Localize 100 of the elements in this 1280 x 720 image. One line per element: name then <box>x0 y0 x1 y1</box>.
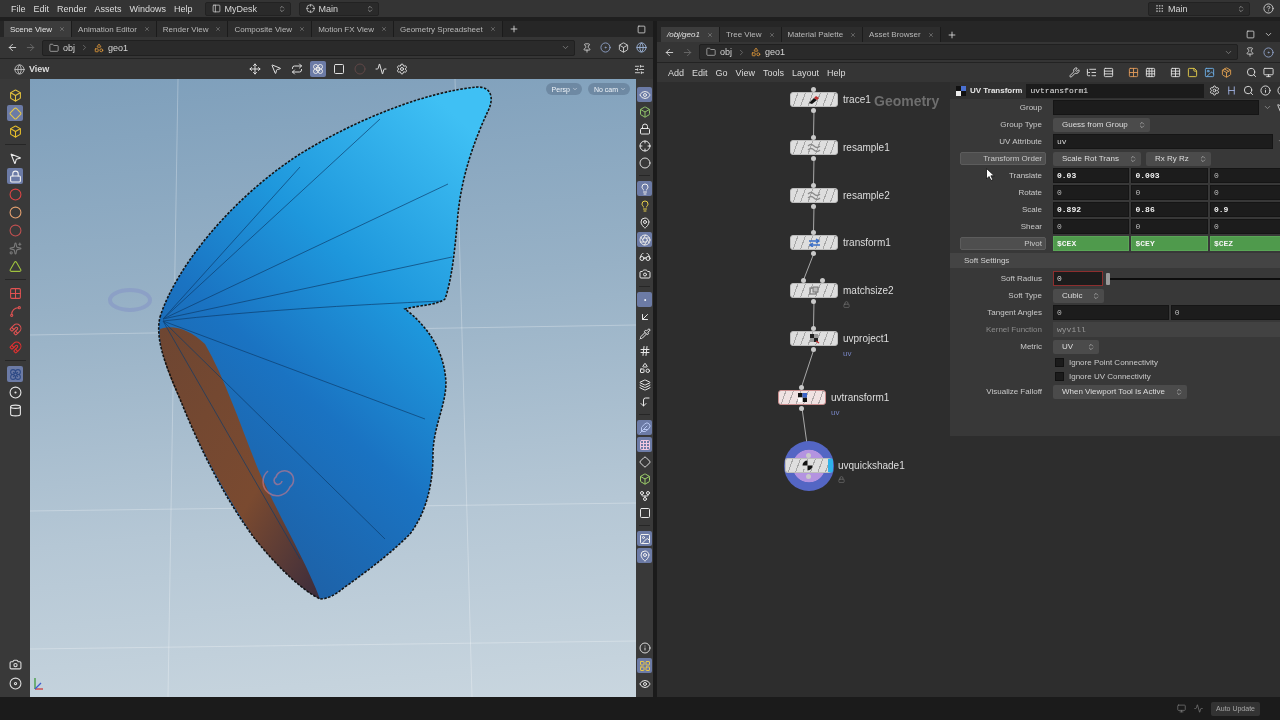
menu-item[interactable]: Assets <box>90 0 126 17</box>
image-icon[interactable] <box>637 531 652 546</box>
disc-icon[interactable] <box>7 675 23 691</box>
aperture-icon[interactable] <box>637 232 652 247</box>
sparkle-icon[interactable] <box>7 240 23 256</box>
layers-icon[interactable] <box>637 377 652 392</box>
number-field[interactable]: 0 <box>1053 271 1103 286</box>
menu-button[interactable]: Guess from Group <box>1053 117 1150 132</box>
tab[interactable]: Animation Editor <box>72 21 157 37</box>
fork-icon[interactable] <box>637 488 652 503</box>
square-icon[interactable] <box>637 505 652 520</box>
number-field[interactable]: 0 <box>1170 305 1280 320</box>
monitor-icon[interactable] <box>1262 66 1274 79</box>
menu-item[interactable]: Go <box>711 64 732 81</box>
number-field[interactable]: 0 <box>1053 219 1130 234</box>
letter-h-icon[interactable] <box>1225 84 1238 97</box>
sphere-icon[interactable] <box>637 155 652 170</box>
number-field[interactable]: 0 <box>1209 185 1280 200</box>
magnet-icon[interactable] <box>7 321 23 337</box>
menu-item[interactable]: Render <box>53 0 91 17</box>
sticky-note-icon[interactable] <box>1186 66 1198 79</box>
path-crumb[interactable]: obj <box>706 47 732 57</box>
number-field[interactable]: 0 <box>1053 185 1130 200</box>
back-arrow-icon[interactable] <box>663 46 675 58</box>
workspace-selector[interactable]: Main <box>1148 1 1250 16</box>
cube-icon[interactable] <box>7 123 23 139</box>
menu-button[interactable]: Rx Ry Rz <box>1145 151 1211 166</box>
info-icon[interactable] <box>1259 84 1272 97</box>
text-field[interactable]: uv <box>1053 134 1274 149</box>
output-port-icon[interactable] <box>811 203 816 209</box>
menu-item[interactable]: Layout <box>787 64 823 81</box>
tab[interactable]: Composite View <box>228 21 313 37</box>
cube-icon[interactable] <box>637 471 652 486</box>
context-selector[interactable]: Main <box>298 1 379 16</box>
camera-icon[interactable] <box>637 266 652 281</box>
cube-icon[interactable] <box>637 104 652 119</box>
curve-icon[interactable] <box>7 303 23 319</box>
input-port-icon[interactable] <box>811 86 816 92</box>
menu-item[interactable]: Add <box>664 64 688 81</box>
menu-button[interactable]: When Viewport Tool Is Active <box>1053 384 1187 399</box>
diamond-icon[interactable] <box>7 105 23 121</box>
input-port-icon[interactable] <box>799 384 804 390</box>
menu-item[interactable]: View <box>731 64 759 81</box>
desktop-selector[interactable]: MyDesk <box>204 1 291 16</box>
package-icon[interactable] <box>1220 66 1232 79</box>
node[interactable] <box>790 235 838 250</box>
pane-menu-icon[interactable] <box>1244 28 1256 41</box>
shapes-icon[interactable] <box>637 360 652 375</box>
menu-item[interactable]: Windows <box>125 0 171 17</box>
folder-header[interactable]: Soft Settings <box>950 253 1280 268</box>
target-icon[interactable] <box>1262 46 1274 58</box>
info-icon[interactable] <box>637 640 652 655</box>
number-field[interactable]: 0 <box>1053 305 1169 320</box>
menu-item[interactable]: Edit <box>29 0 54 17</box>
cylinder-icon[interactable] <box>7 402 23 418</box>
output-port-icon[interactable] <box>799 405 804 411</box>
number-field[interactable]: 0.03 <box>1053 168 1130 183</box>
path-crumb[interactable]: geo1 <box>94 42 129 53</box>
node[interactable] <box>790 188 838 203</box>
pin-icon[interactable] <box>637 215 652 230</box>
hash-icon[interactable] <box>637 343 652 358</box>
tab[interactable]: Tree View <box>719 27 782 42</box>
menu-button[interactable]: Cubic <box>1053 288 1105 303</box>
image-icon[interactable] <box>1203 66 1215 79</box>
number-field[interactable]: 0 <box>1209 168 1280 183</box>
lightbulb-icon[interactable] <box>637 181 652 196</box>
node[interactable] <box>790 140 838 155</box>
target-icon[interactable] <box>7 384 23 400</box>
number-field[interactable]: 0 <box>1131 219 1208 234</box>
text-field[interactable] <box>1053 100 1260 115</box>
pane-menu-icon[interactable] <box>635 23 647 35</box>
menu-button[interactable]: UV <box>1053 339 1099 354</box>
pin-icon[interactable] <box>581 41 593 54</box>
slider-thumb[interactable] <box>1106 272 1110 285</box>
back-arrow-icon[interactable] <box>6 41 18 54</box>
input-port-icon[interactable] <box>801 277 806 283</box>
search-icon[interactable] <box>1242 84 1255 97</box>
table-icon[interactable] <box>1169 66 1181 79</box>
input-port-icon[interactable] <box>811 229 816 235</box>
tab[interactable]: Scene View <box>4 21 73 37</box>
number-field[interactable]: 0.003 <box>1131 168 1208 183</box>
number-field[interactable]: 0 <box>1131 185 1208 200</box>
input-port-icon[interactable] <box>811 325 816 331</box>
tree-icon[interactable] <box>1085 66 1097 79</box>
menu-item[interactable]: Help <box>822 64 850 81</box>
menu-item[interactable]: Edit <box>688 64 712 81</box>
tab[interactable]: Motion FX View <box>312 21 394 37</box>
node[interactable] <box>778 390 826 405</box>
path-field[interactable]: obj geo1 <box>42 39 575 56</box>
sphere-icon[interactable] <box>7 204 23 220</box>
node[interactable] <box>790 92 838 107</box>
number-field[interactable]: 0 <box>1209 219 1280 234</box>
node[interactable] <box>790 283 838 298</box>
sliders-icon[interactable] <box>633 63 645 75</box>
input-port-icon[interactable] <box>806 452 811 458</box>
tab[interactable]: Geometry Spreadsheet <box>394 21 503 37</box>
pipette-icon[interactable] <box>637 326 652 341</box>
cube-icon[interactable] <box>617 41 629 54</box>
node[interactable] <box>790 331 838 346</box>
menu-item[interactable]: File <box>7 0 30 17</box>
